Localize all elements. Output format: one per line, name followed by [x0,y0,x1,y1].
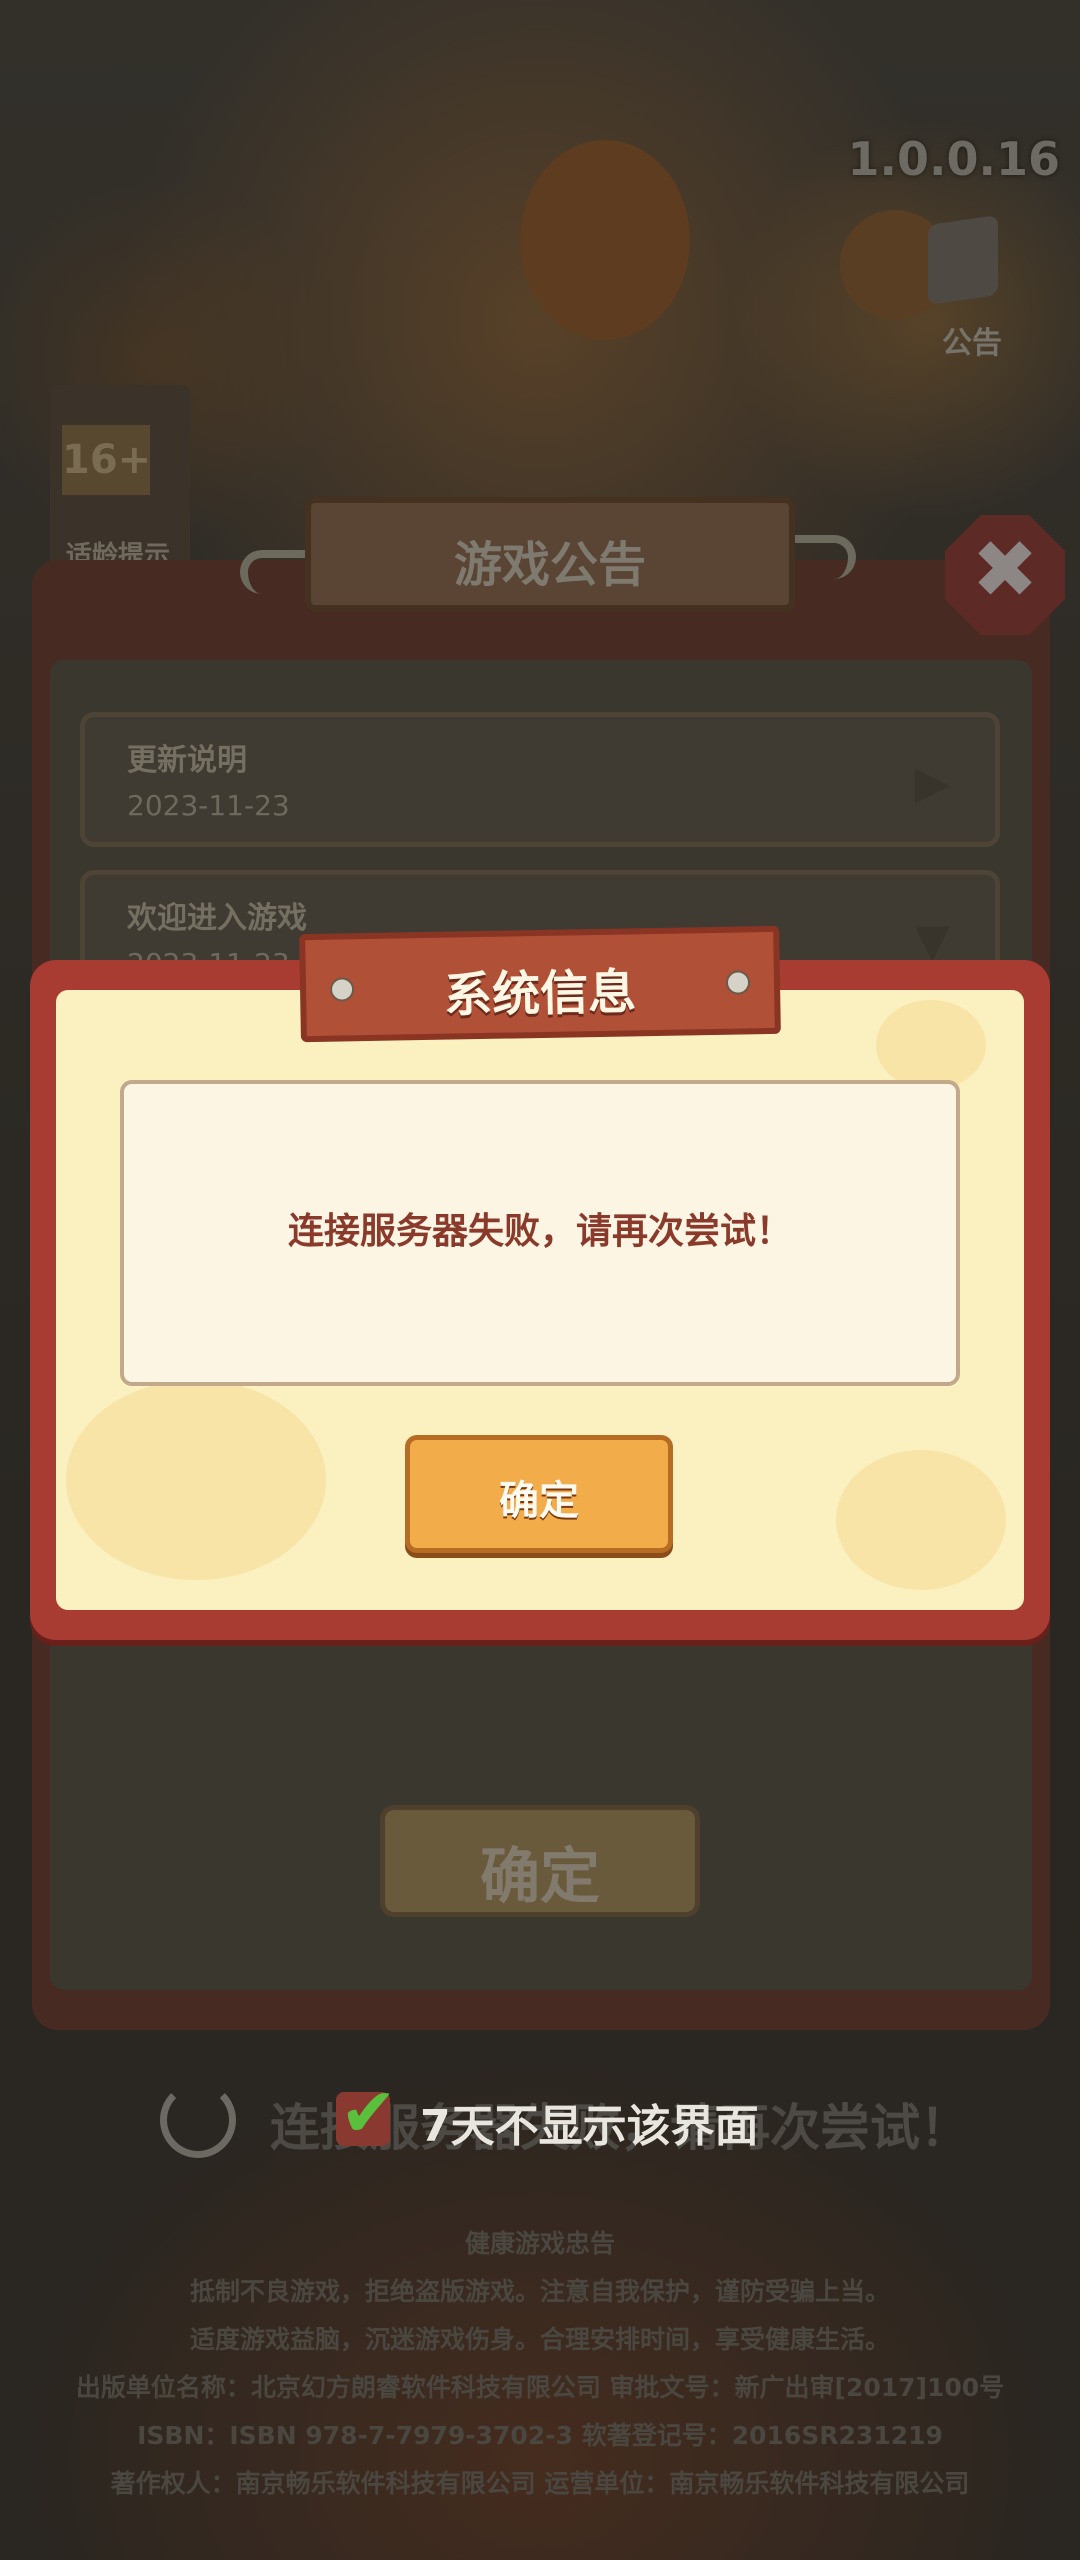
notice-label: 公告 [942,326,1002,361]
carrot-decor [520,140,690,340]
checkmark-icon: ✔ [340,2074,397,2153]
dropdown-arrow-icon: ▼ [914,913,950,967]
footer-line: ISBN：ISBN 978-7-7979-3702-3 软著登记号：2016SR… [137,2421,943,2450]
announcement-title-board: 游戏公告 [305,497,795,611]
age-rating: 16+ [62,425,151,495]
system-dialog-title-board: 系统信息 [299,925,781,1043]
decor-blob [876,1000,986,1090]
decor-blob [66,1380,326,1580]
loading-spinner-icon [160,2082,236,2158]
close-icon: ✖ [971,523,1039,616]
version-label: 1.0.0.16 [847,132,1060,186]
announcement-confirm-button[interactable]: 确定 [380,1805,700,1917]
play-arrow-icon: ▶ [914,755,950,809]
announcement-item-title: 欢迎进入游戏 [127,901,307,936]
system-message-box: 连接服务器失败，请再次尝试！ [120,1080,960,1386]
footer-line: 健康游戏忠告 [464,2229,615,2258]
hide-7-days-label[interactable]: 7天不显示该界面 [420,2090,759,2154]
hide-7-days-checkbox[interactable]: ✔ [336,2074,397,2153]
footer-line: 著作权人：南京畅乐软件科技有限公司 运营单位：南京畅乐软件科技有限公司 [110,2469,970,2498]
footer-line: 出版单位名称：北京幻方朗睿软件科技有限公司 审批文号：新广出审[2017]100… [75,2373,1005,2402]
footer-legal: 健康游戏忠告 抵制不良游戏，拒绝盗版游戏。注意自我保护，谨防受骗上当。 适度游戏… [0,2220,1080,2508]
confirm-button[interactable]: 确定 [405,1435,673,1553]
decor-blob [836,1450,1006,1590]
footer-line: 适度游戏益脑，沉迷游戏伤身。合理安排时间，享受健康生活。 [189,2325,890,2354]
announcement-confirm-label: 确定 [480,1842,600,1912]
announcement-title: 游戏公告 [453,537,646,593]
notice-icon [928,215,998,305]
age-rating-badge[interactable]: 16+ 适龄提示 [50,385,190,571]
system-message: 连接服务器失败，请再次尝试！ [287,1211,792,1252]
announcement-item-update[interactable]: 更新说明 2023-11-23 ▶ [80,712,1000,847]
notice-button[interactable]: 公告 [880,215,1040,361]
announcement-item-date: 2023-11-23 [127,789,290,822]
close-button[interactable]: ✖ [945,515,1065,635]
confirm-label: 确定 [499,1478,579,1524]
system-dialog-title: 系统信息 [443,964,637,1024]
footer-line: 抵制不良游戏，拒绝盗版游戏。注意自我保护，谨防受骗上当。 [189,2277,890,2306]
announcement-item-title: 更新说明 [127,743,247,778]
